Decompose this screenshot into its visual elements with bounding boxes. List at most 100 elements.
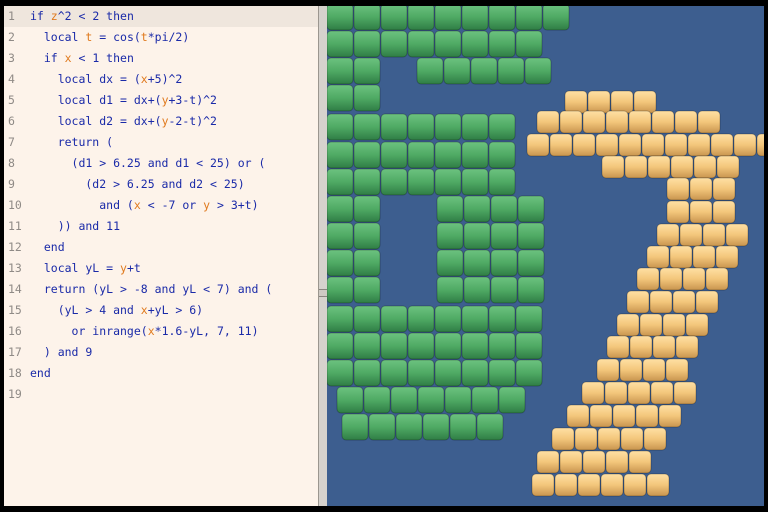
code-line-11[interactable]: 11 )) and 11 xyxy=(4,216,318,237)
green-voxel xyxy=(327,305,354,333)
green-voxel xyxy=(353,57,381,85)
yellow-voxel xyxy=(669,245,693,269)
yellow-voxel xyxy=(689,177,713,201)
green-voxel xyxy=(380,30,408,58)
yellow-voxel xyxy=(710,133,734,157)
line-number: 6 xyxy=(8,114,15,128)
yellow-voxel xyxy=(712,200,736,224)
green-voxel xyxy=(353,195,381,223)
code-line-16[interactable]: 16 or inrange(x*1.6-yL, 7, 11) xyxy=(4,321,318,342)
code-line-4[interactable]: 4 local dx = (x+5)^2 xyxy=(4,69,318,90)
yellow-voxel xyxy=(623,473,647,497)
yellow-voxel xyxy=(605,450,629,474)
code-text: or inrange(x*1.6-yL, 7, 11) xyxy=(30,324,259,338)
green-voxel xyxy=(353,30,381,58)
code-line-10[interactable]: 10 and (x < -7 or y > 3+t) xyxy=(4,195,318,216)
code-line-2[interactable]: 2 local t = cos(t*pi/2) xyxy=(4,27,318,48)
green-voxel xyxy=(327,249,354,277)
green-voxel xyxy=(434,30,462,58)
code-line-8[interactable]: 8 (d1 > 6.25 and d1 < 25) or ( xyxy=(4,153,318,174)
code-line-5[interactable]: 5 local d1 = dx+(y+3-t)^2 xyxy=(4,90,318,111)
code-text: local yL = y+t xyxy=(30,261,141,275)
code-line-17[interactable]: 17 ) and 9 xyxy=(4,342,318,363)
code-text: local dx = (x+5)^2 xyxy=(30,72,183,86)
green-voxel xyxy=(471,386,499,414)
code-line-12[interactable]: 12 end xyxy=(4,237,318,258)
yellow-voxel xyxy=(574,427,598,451)
yellow-voxel xyxy=(636,267,660,291)
code-text: )) and 11 xyxy=(30,219,121,233)
code-line-13[interactable]: 13 local yL = y+t xyxy=(4,258,318,279)
code-text: return (yL > -8 and yL < 7) and ( xyxy=(30,282,273,296)
yellow-voxel xyxy=(642,358,666,382)
yellow-voxel xyxy=(662,313,686,337)
yellow-voxel xyxy=(647,155,671,179)
line-number: 16 xyxy=(8,324,22,338)
green-voxel xyxy=(380,6,408,31)
line-number: 18 xyxy=(8,366,22,380)
yellow-voxel xyxy=(628,110,652,134)
green-voxel xyxy=(436,195,464,223)
code-line-18[interactable]: 18 end xyxy=(4,363,318,384)
green-voxel xyxy=(488,30,516,58)
green-voxel xyxy=(407,359,435,387)
green-voxel xyxy=(515,30,543,58)
code-line-14[interactable]: 14 return (yL > -8 and yL < 7) and ( xyxy=(4,279,318,300)
yellow-voxel xyxy=(656,223,680,247)
yellow-voxel xyxy=(682,267,706,291)
yellow-voxel xyxy=(627,381,651,405)
line-number: 8 xyxy=(8,156,15,170)
yellow-voxel xyxy=(620,427,644,451)
green-voxel xyxy=(515,305,543,333)
line-number: 11 xyxy=(8,219,22,233)
line-number: 12 xyxy=(8,240,22,254)
yellow-voxel xyxy=(587,90,611,114)
green-voxel xyxy=(470,57,498,85)
yellow-voxel xyxy=(549,133,573,157)
green-voxel xyxy=(395,413,423,441)
green-voxel xyxy=(461,168,489,196)
yellow-voxel xyxy=(597,427,621,451)
code-line-1[interactable]: 1 if z^2 < 2 then xyxy=(4,6,318,27)
code-line-19[interactable]: 19 xyxy=(4,384,318,405)
voxel-3d-viewport[interactable] xyxy=(327,6,764,506)
green-voxel xyxy=(353,222,381,250)
yellow-voxel xyxy=(610,90,634,114)
code-line-15[interactable]: 15 (yL > 4 and x+yL > 6) xyxy=(4,300,318,321)
yellow-voxel xyxy=(596,358,620,382)
green-voxel xyxy=(327,276,354,304)
green-voxel xyxy=(490,195,518,223)
yellow-voxel xyxy=(606,335,630,359)
yellow-voxel xyxy=(595,133,619,157)
code-text: local d2 = dx+(y-2-t)^2 xyxy=(30,114,217,128)
green-voxel xyxy=(353,359,381,387)
code-line-3[interactable]: 3 if x < 1 then xyxy=(4,48,318,69)
yellow-voxel xyxy=(612,404,636,428)
line-number: 19 xyxy=(8,387,22,401)
code-line-6[interactable]: 6 local d2 = dx+(y-2-t)^2 xyxy=(4,111,318,132)
green-voxel xyxy=(449,413,477,441)
yellow-voxel xyxy=(649,290,673,314)
green-voxel xyxy=(327,113,354,141)
yellow-voxel xyxy=(629,335,653,359)
green-voxel xyxy=(517,249,545,277)
green-voxel xyxy=(517,195,545,223)
green-voxel xyxy=(515,359,543,387)
green-voxel xyxy=(380,359,408,387)
green-voxel xyxy=(434,305,462,333)
green-voxel xyxy=(353,305,381,333)
green-voxel xyxy=(476,413,504,441)
green-voxel xyxy=(434,6,462,31)
code-editor[interactable]: 1 if z^2 < 2 then 2 local t = cos(t*pi/2) 3… xyxy=(4,6,319,506)
yellow-voxel xyxy=(733,133,757,157)
code-line-7[interactable]: 7 return ( xyxy=(4,132,318,153)
code-line-9[interactable]: 9 (d2 > 6.25 and d2 < 25) xyxy=(4,174,318,195)
code-text: and (x < -7 or y > 3+t) xyxy=(30,198,259,212)
yellow-voxel xyxy=(687,133,711,157)
yellow-voxel xyxy=(559,110,583,134)
yellow-voxel xyxy=(582,110,606,134)
green-voxel xyxy=(390,386,418,414)
splitter-grip[interactable] xyxy=(319,289,327,297)
green-voxel xyxy=(380,305,408,333)
code-text: local t = cos(t*pi/2) xyxy=(30,30,190,44)
